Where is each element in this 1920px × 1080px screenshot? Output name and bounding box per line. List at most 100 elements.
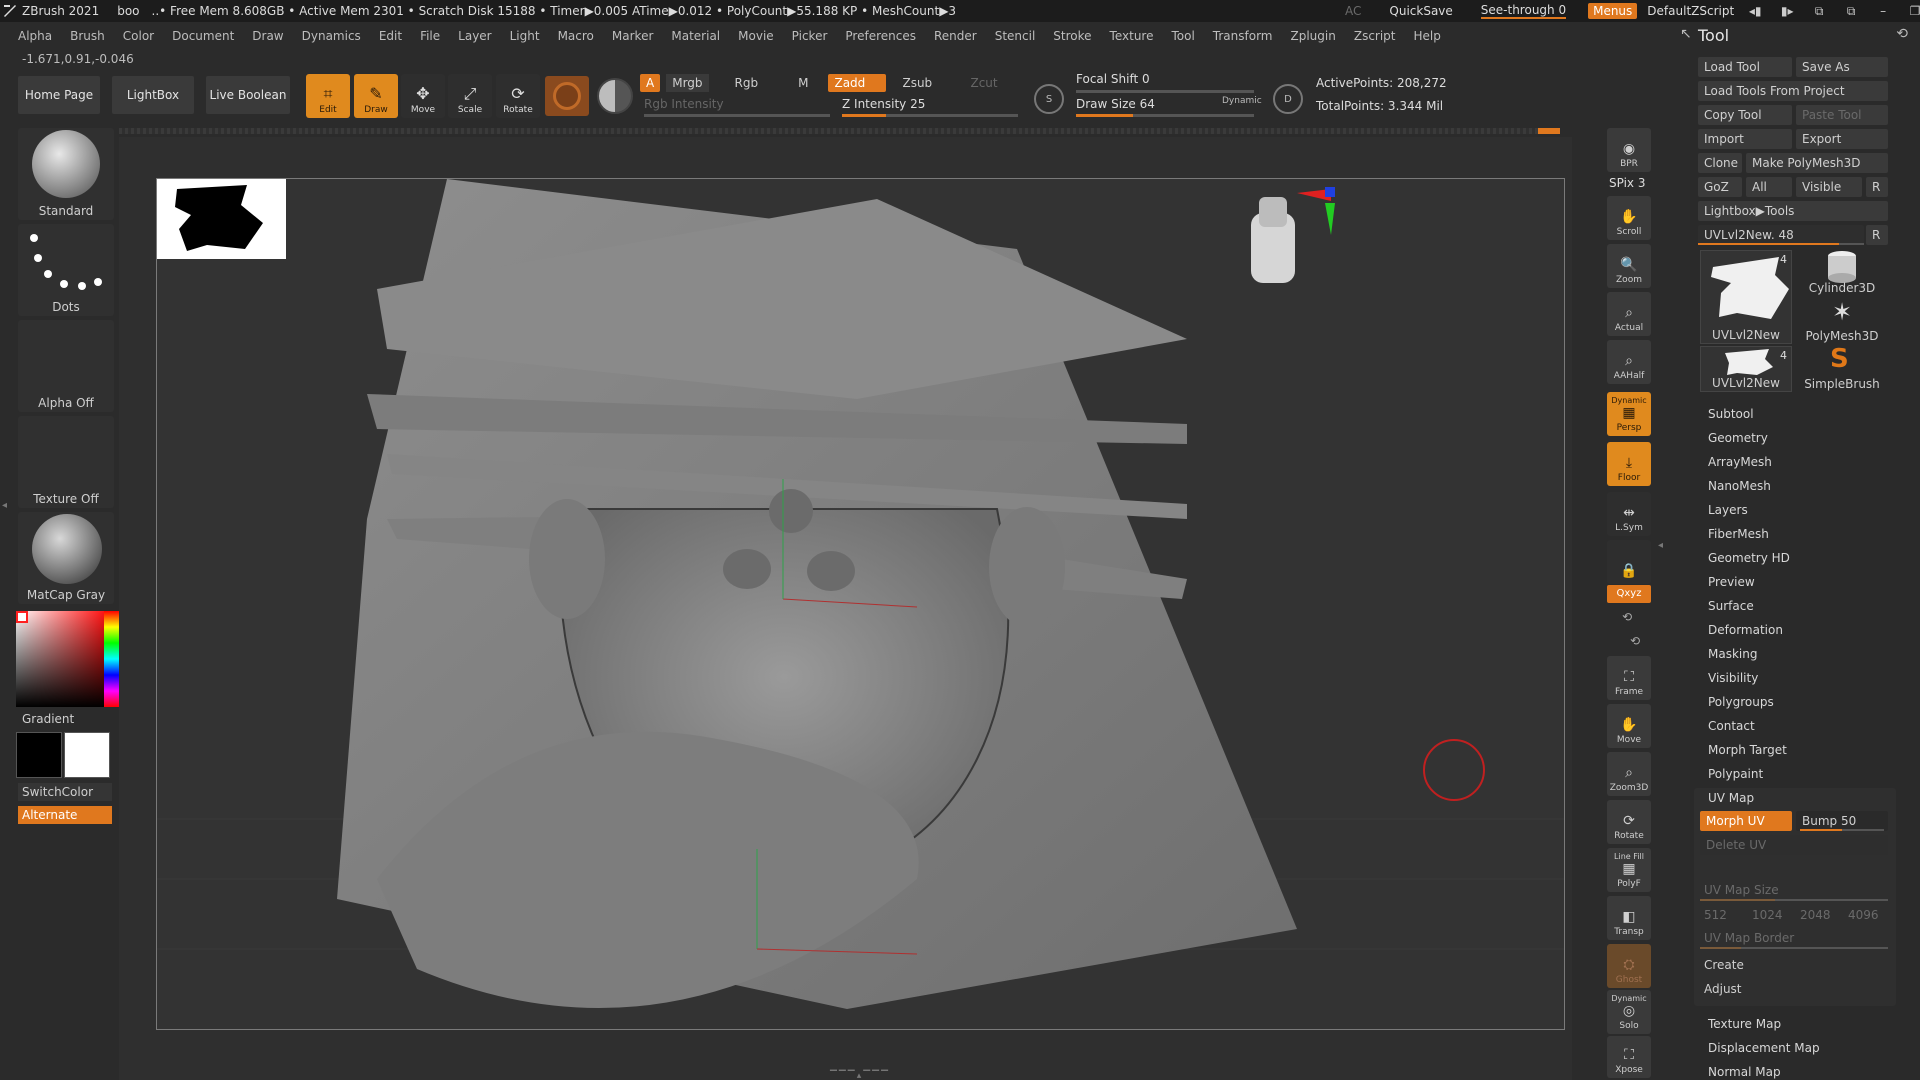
- bpr-button[interactable]: ◉ BPR: [1607, 128, 1651, 172]
- menu-file[interactable]: File: [420, 29, 440, 43]
- tool-thumb-cylinder3d[interactable]: Cylinder3D: [1796, 250, 1888, 296]
- section-visibility[interactable]: Visibility: [1708, 671, 1758, 685]
- menu-brush[interactable]: Brush: [70, 29, 105, 43]
- switch-color-button[interactable]: SwitchColor: [18, 783, 112, 801]
- brush-selector[interactable]: Standard: [18, 128, 114, 220]
- menu-texture[interactable]: Texture: [1110, 29, 1154, 43]
- section-contact[interactable]: Contact: [1708, 719, 1755, 733]
- frame-button[interactable]: ⛶ Frame: [1607, 656, 1651, 700]
- section-displacement-map[interactable]: Displacement Map: [1708, 1041, 1820, 1055]
- section-fibermesh[interactable]: FiberMesh: [1708, 527, 1769, 541]
- xpose-button[interactable]: ⛶ Xpose: [1607, 1036, 1651, 1078]
- section-surface[interactable]: Surface: [1708, 599, 1754, 613]
- delete-uv-button[interactable]: Delete UV: [1700, 835, 1888, 855]
- goz-r-button[interactable]: R: [1866, 177, 1888, 197]
- section-normal-map[interactable]: Normal Map: [1708, 1065, 1781, 1079]
- menu-stroke[interactable]: Stroke: [1053, 29, 1091, 43]
- actual-button[interactable]: ⌕ Actual: [1607, 292, 1651, 336]
- section-arraymesh[interactable]: ArrayMesh: [1708, 455, 1772, 469]
- section-preview[interactable]: Preview: [1708, 575, 1755, 589]
- primary-color-swatch[interactable]: [64, 732, 110, 778]
- palette-reset-icon[interactable]: ⟲: [1896, 26, 1908, 42]
- uv-adjust-button[interactable]: Adjust: [1704, 982, 1742, 996]
- restore-layout-icon[interactable]: ⧉: [1840, 4, 1862, 19]
- menu-movie[interactable]: Movie: [738, 29, 774, 43]
- zoom-button[interactable]: 🔍 Zoom: [1607, 244, 1651, 288]
- lightbox-button[interactable]: LightBox: [112, 76, 194, 114]
- xyz-toggle[interactable]: Qxyz: [1607, 585, 1651, 603]
- export-button[interactable]: Export: [1796, 129, 1888, 149]
- left-tray-toggle[interactable]: ◂: [2, 500, 10, 560]
- save-as-button[interactable]: Save As: [1796, 57, 1888, 77]
- tool-thumb-uvlvl2new[interactable]: 4 UVLvl2New: [1700, 250, 1792, 344]
- ac-toggle[interactable]: AC: [1345, 4, 1361, 18]
- uv-size-512-button[interactable]: 512: [1704, 908, 1752, 922]
- lightbox-tools-button[interactable]: Lightbox▶Tools: [1698, 201, 1888, 221]
- a-toggle[interactable]: A: [640, 74, 661, 92]
- rotate-button[interactable]: ⟳ Rotate: [496, 74, 540, 118]
- bump-slider[interactable]: Bump 50: [1796, 811, 1888, 831]
- focal-shift-slider[interactable]: [1076, 90, 1254, 93]
- clone-button[interactable]: Clone: [1698, 153, 1742, 173]
- morph-uv-button[interactable]: Morph UV: [1700, 811, 1792, 831]
- ghost-button[interactable]: ⛭ Ghost: [1607, 944, 1651, 988]
- copy-tool-button[interactable]: Copy Tool: [1698, 105, 1792, 125]
- paste-tool-button[interactable]: Paste Tool: [1796, 105, 1888, 125]
- lsym-button[interactable]: ⇹ L.Sym: [1607, 492, 1651, 536]
- live-boolean-button[interactable]: Live Boolean: [206, 76, 290, 114]
- home-page-button[interactable]: Home Page: [18, 76, 100, 114]
- menu-dynamics[interactable]: Dynamics: [302, 29, 361, 43]
- draw-size-slider[interactable]: [1076, 114, 1254, 117]
- secondary-color-swatch[interactable]: [16, 732, 62, 778]
- uv-map-size-slider[interactable]: [1700, 899, 1888, 901]
- make-polymesh3d-button[interactable]: Make PolyMesh3D: [1746, 153, 1888, 173]
- menu-render[interactable]: Render: [934, 29, 977, 43]
- section-texture-map[interactable]: Texture Map: [1708, 1017, 1781, 1031]
- menu-zscript[interactable]: Zscript: [1354, 29, 1396, 43]
- model-render[interactable]: [157, 179, 1565, 1030]
- zsub-toggle[interactable]: Zsub: [896, 74, 954, 92]
- solo-button[interactable]: Dynamic ◎ Solo: [1607, 990, 1651, 1034]
- menu-preferences[interactable]: Preferences: [845, 29, 916, 43]
- menu-alpha[interactable]: Alpha: [18, 29, 52, 43]
- lazy-mouse-icon[interactable]: D: [1273, 84, 1303, 114]
- layout-left-icon[interactable]: ◂▮: [1744, 4, 1766, 18]
- goz-button[interactable]: GoZ: [1698, 177, 1742, 197]
- alpha-selector[interactable]: Alpha Off: [18, 320, 114, 412]
- menu-macro[interactable]: Macro: [558, 29, 594, 43]
- import-button[interactable]: Import: [1698, 129, 1792, 149]
- window-icon[interactable]: ⧉: [1808, 4, 1830, 19]
- stroke-lazy-icon[interactable]: S: [1034, 84, 1064, 114]
- rotate-z-icon[interactable]: ⟲: [1630, 634, 1640, 648]
- zcut-toggle[interactable]: Zcut: [964, 74, 1003, 92]
- move-view-button[interactable]: ✋ Move: [1607, 704, 1651, 748]
- texture-selector[interactable]: Texture Off: [18, 416, 114, 508]
- section-deformation[interactable]: Deformation: [1708, 623, 1783, 637]
- menu-layer[interactable]: Layer: [458, 29, 491, 43]
- uv-create-button[interactable]: Create: [1704, 958, 1744, 972]
- stroke-selector[interactable]: Dots: [18, 224, 114, 316]
- menu-material[interactable]: Material: [671, 29, 720, 43]
- section-polygroups[interactable]: Polygroups: [1708, 695, 1774, 709]
- right-tray-toggle[interactable]: ◂: [1658, 540, 1663, 551]
- tool-thumb-simplebrush[interactable]: S SimpleBrush: [1796, 344, 1888, 392]
- uv-size-2048-button[interactable]: 2048: [1800, 908, 1848, 922]
- section-nanomesh[interactable]: NanoMesh: [1708, 479, 1771, 493]
- aahalf-button[interactable]: ⌕ AAHalf: [1607, 340, 1651, 384]
- z-intensity-slider[interactable]: [842, 114, 1018, 117]
- scale-button[interactable]: ⤢ Scale: [448, 74, 492, 118]
- dynamic-toggle[interactable]: Dynamic: [1222, 96, 1262, 106]
- edit-button[interactable]: ⌗ Edit: [306, 74, 350, 118]
- menu-color[interactable]: Color: [123, 29, 154, 43]
- rgb-toggle[interactable]: Rgb: [729, 74, 765, 92]
- menu-document[interactable]: Document: [172, 29, 234, 43]
- see-through-slider[interactable]: See-through 0: [1480, 3, 1567, 19]
- persp-button[interactable]: Dynamic ▦ Persp: [1607, 392, 1651, 436]
- rgb-intensity-slider[interactable]: [644, 114, 830, 117]
- goz-all-button[interactable]: All: [1746, 177, 1792, 197]
- goz-visible-button[interactable]: Visible: [1796, 177, 1862, 197]
- color-picker[interactable]: [16, 611, 120, 707]
- menu-stencil[interactable]: Stencil: [995, 29, 1036, 43]
- menu-draw[interactable]: Draw: [252, 29, 283, 43]
- move-button[interactable]: ✥ Move: [401, 74, 445, 118]
